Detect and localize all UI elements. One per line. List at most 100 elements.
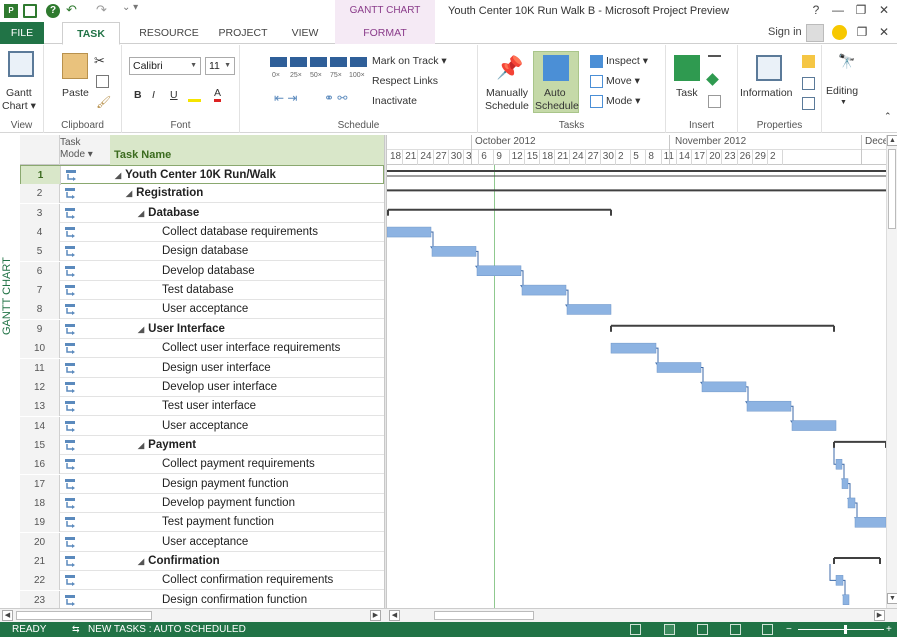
task-name-cell[interactable]: ◢ User Interface xyxy=(138,320,225,339)
minimize-button[interactable]: — xyxy=(828,3,848,17)
tab-view[interactable]: VIEW xyxy=(282,22,328,44)
scroll-down-arrow[interactable]: ▼ xyxy=(887,593,897,604)
percent-100-button[interactable] xyxy=(350,57,367,67)
row-number[interactable]: 4 xyxy=(20,223,60,243)
manually-schedule-label-1[interactable]: Manually xyxy=(486,87,528,99)
mode-icon[interactable] xyxy=(590,95,603,108)
collapse-triangle-icon[interactable]: ◢ xyxy=(138,441,144,450)
task-row[interactable]: 3 ◢ Database xyxy=(20,203,384,223)
task-name-cell[interactable]: Collect user interface requirements xyxy=(162,339,340,358)
tab-project[interactable]: PROJECT xyxy=(212,22,274,44)
collapse-triangle-icon[interactable]: ◢ xyxy=(138,325,144,334)
grid-scroll-left-arrow[interactable]: ◀ xyxy=(2,610,13,621)
gantt-chart-dropdown[interactable]: Chart ▾ xyxy=(2,100,36,112)
grid-scroll-thumb[interactable] xyxy=(16,611,152,620)
team-planner-view-icon[interactable] xyxy=(630,624,641,635)
task-name-cell[interactable]: Test payment function xyxy=(162,513,274,532)
scroll-up-arrow[interactable]: ▲ xyxy=(887,135,897,146)
tab-task[interactable]: TASK xyxy=(62,22,120,45)
task-row[interactable]: 11 Design user interface xyxy=(20,358,384,378)
task-name-cell[interactable]: ◢ Payment xyxy=(138,436,196,455)
percent-50-button[interactable] xyxy=(310,57,327,67)
outdent-icon[interactable]: ⇤ ⇥ xyxy=(274,91,297,105)
row-number[interactable]: 21 xyxy=(20,552,60,571)
percent-25-button[interactable] xyxy=(290,57,307,67)
inspect-icon[interactable] xyxy=(590,55,603,68)
underline-button[interactable]: U xyxy=(170,89,178,101)
auto-schedule-icon[interactable] xyxy=(543,55,569,81)
zoom-in-icon[interactable]: + xyxy=(886,622,892,637)
task-name-cell[interactable]: Develop user interface xyxy=(162,378,277,397)
row-number[interactable]: 9 xyxy=(20,319,60,339)
italic-button[interactable]: I xyxy=(152,89,155,101)
tab-resource[interactable]: RESOURCE xyxy=(132,22,206,44)
task-row[interactable]: 6 Develop database xyxy=(20,261,384,281)
row-number[interactable]: 23 xyxy=(20,590,60,610)
gantt-chart-button-label[interactable]: Gantt xyxy=(6,87,32,99)
task-name-cell[interactable]: ◢ Confirmation xyxy=(138,552,220,571)
task-name-cell[interactable]: User acceptance xyxy=(162,533,248,552)
row-number[interactable]: 15 xyxy=(20,435,60,455)
task-row[interactable]: 7 Test database xyxy=(20,281,384,301)
row-number[interactable]: 13 xyxy=(20,397,60,417)
bold-button[interactable]: B xyxy=(134,89,142,101)
collapse-ribbon-icon[interactable]: ⌃ xyxy=(884,111,892,122)
task-name-cell[interactable]: Test database xyxy=(162,281,234,300)
restore-button[interactable]: ❐ xyxy=(851,3,871,17)
auto-schedule-label-1[interactable]: Auto xyxy=(544,87,566,99)
auto-schedule-label-2[interactable]: Schedule xyxy=(535,100,579,112)
mark-on-track-button[interactable]: Mark on Track ▾ xyxy=(372,55,447,67)
row-number[interactable]: 2 xyxy=(20,184,60,204)
row-number[interactable]: 1 xyxy=(21,166,61,185)
zoom-slider-thumb[interactable] xyxy=(844,625,847,634)
task-row[interactable]: 4 Collect database requirements xyxy=(20,223,384,243)
collapse-triangle-icon[interactable]: ◢ xyxy=(138,557,144,566)
task-row[interactable]: 23 Design confirmation function xyxy=(20,590,384,610)
task-row[interactable]: 12 Develop user interface xyxy=(20,377,384,397)
manually-schedule-icon[interactable]: 📌 xyxy=(496,55,523,81)
tab-format[interactable]: FORMAT xyxy=(335,22,435,44)
report-view-icon[interactable] xyxy=(762,624,773,635)
task-name-cell[interactable]: Design user interface xyxy=(162,359,271,378)
insert-task-icon[interactable] xyxy=(674,55,700,81)
task-usage-view-icon[interactable] xyxy=(697,624,708,635)
close-button[interactable]: ✕ xyxy=(874,3,894,17)
task-name-cell[interactable]: Design confirmation function xyxy=(162,591,307,610)
copy-icon[interactable] xyxy=(96,75,109,88)
task-name-cell[interactable]: Design payment function xyxy=(162,475,289,494)
font-family-select[interactable]: Calibri ▼ xyxy=(129,57,201,75)
collapse-triangle-icon[interactable]: ◢ xyxy=(138,209,144,218)
zoom-slider[interactable] xyxy=(798,629,884,630)
manually-schedule-label-2[interactable]: Schedule xyxy=(485,100,529,112)
task-name-cell[interactable]: User acceptance xyxy=(162,300,248,319)
customize-quick-access-icon[interactable]: ⌄ ▾ xyxy=(122,2,138,13)
row-number[interactable]: 19 xyxy=(20,513,60,533)
gantt-view-icon[interactable] xyxy=(664,624,675,635)
task-name-cell[interactable]: Develop payment function xyxy=(162,494,295,513)
cut-icon[interactable]: ✂ xyxy=(94,53,105,69)
close-project-button[interactable]: ✕ xyxy=(874,25,894,39)
mode-button[interactable]: Mode ▾ xyxy=(606,95,640,107)
task-row[interactable]: 21 ◢ Confirmation xyxy=(20,552,384,571)
row-number[interactable]: 18 xyxy=(20,493,60,513)
task-name-cell[interactable]: Design database xyxy=(162,242,248,261)
move-icon[interactable] xyxy=(590,75,603,88)
task-row[interactable]: 14 User acceptance xyxy=(20,416,384,436)
chart-scroll-left-arrow[interactable]: ◀ xyxy=(389,610,400,621)
percent-75-button[interactable] xyxy=(330,57,347,67)
avatar[interactable] xyxy=(806,24,824,42)
row-number[interactable]: 17 xyxy=(20,474,60,494)
feedback-smiley-icon[interactable] xyxy=(832,25,847,40)
row-number[interactable]: 5 xyxy=(20,242,60,262)
respect-links-button[interactable]: Respect Links xyxy=(372,75,438,87)
gantt-chart-icon[interactable] xyxy=(8,51,34,77)
vertical-scrollbar[interactable]: ▲ ▼ xyxy=(886,135,897,608)
task-row[interactable]: 20 User acceptance xyxy=(20,532,384,552)
task-row[interactable]: 8 User acceptance xyxy=(20,300,384,320)
task-row[interactable]: 13 Test user interface xyxy=(20,397,384,417)
row-number[interactable]: 7 xyxy=(20,281,60,301)
deliverable-icon[interactable] xyxy=(708,95,721,108)
help-button[interactable]: ? xyxy=(806,3,826,17)
sign-in-link[interactable]: Sign in xyxy=(768,26,802,38)
task-row[interactable]: 18 Develop payment function xyxy=(20,493,384,513)
